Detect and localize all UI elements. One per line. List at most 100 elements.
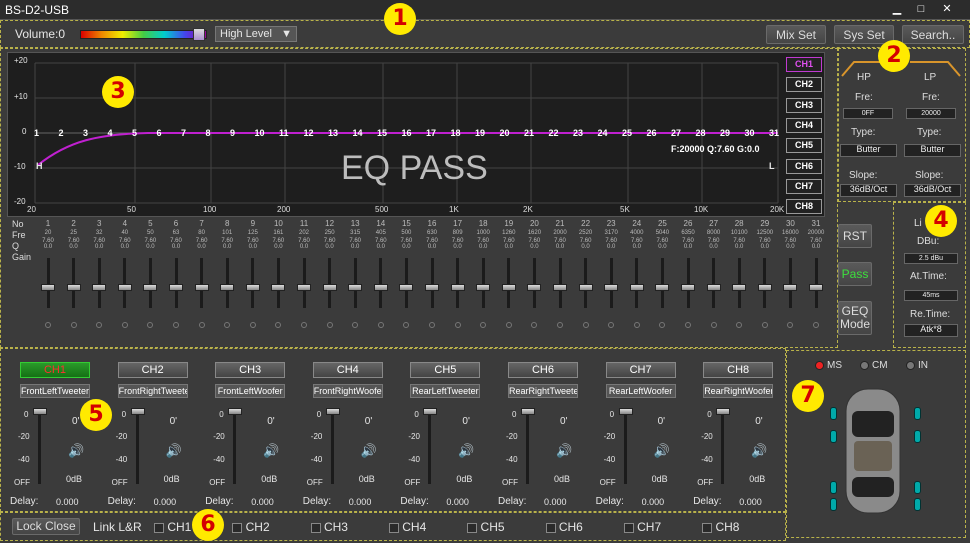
eq-band-indicator[interactable] xyxy=(121,322,128,328)
eq-band-indicator[interactable] xyxy=(403,322,410,328)
channel-title-button[interactable]: CH1 xyxy=(20,362,90,378)
eq-fader-knob[interactable] xyxy=(245,284,260,291)
band-freq[interactable]: 2520 xyxy=(576,228,596,238)
delay-value-field[interactable]: 0.000 xyxy=(446,497,469,507)
speaker-volume-icon[interactable]: 🔊 xyxy=(68,443,84,459)
eq-fader-knob[interactable] xyxy=(66,284,81,291)
eq-fader-knob[interactable] xyxy=(809,284,823,291)
lp-fre-field[interactable]: 20000 xyxy=(906,108,956,119)
band-gain[interactable]: 0.0 xyxy=(345,244,365,250)
band-freq[interactable]: 202 xyxy=(294,228,314,238)
band-gain[interactable]: 0.0 xyxy=(704,244,724,250)
delay-value-field[interactable]: 0.000 xyxy=(544,497,567,507)
band-freq[interactable]: 6350 xyxy=(678,228,698,238)
eq-band-indicator[interactable] xyxy=(96,322,103,328)
channel-fader-knob[interactable] xyxy=(325,408,340,415)
eq-fader-knob[interactable] xyxy=(757,284,772,291)
eq-fader-knob[interactable] xyxy=(527,284,542,291)
lp-slope-select[interactable]: 36dB/Oct xyxy=(904,184,961,197)
dbu-field[interactable]: 2.5 dBu xyxy=(904,253,958,264)
link-channel-checkbox[interactable]: CH7 xyxy=(623,520,661,534)
maximize-button[interactable]: □ xyxy=(910,1,932,17)
band-freq[interactable]: 630 xyxy=(422,228,442,238)
eq-fader-knob[interactable] xyxy=(783,284,798,291)
speaker-front-left-woofer-icon[interactable] xyxy=(830,430,837,443)
link-channel-checkbox[interactable]: CH2 xyxy=(232,520,270,534)
search-button[interactable]: Search.. xyxy=(902,25,964,44)
speaker-volume-icon[interactable]: 🔊 xyxy=(361,443,377,459)
link-channel-checkbox[interactable]: CH5 xyxy=(467,520,505,534)
band-freq[interactable]: 250 xyxy=(320,228,340,238)
channel-fader-knob[interactable] xyxy=(33,408,47,415)
speaker-volume-icon[interactable]: 🔊 xyxy=(751,443,767,459)
delay-value-field[interactable]: 0.000 xyxy=(251,497,274,507)
checkbox-box[interactable] xyxy=(467,522,478,533)
eq-band-indicator[interactable] xyxy=(198,322,205,328)
band-freq[interactable]: 20000 xyxy=(806,228,826,238)
rst-button[interactable]: RST xyxy=(838,224,872,248)
channel-title-button[interactable]: CH7 xyxy=(605,362,676,378)
volume-slider[interactable] xyxy=(80,28,207,41)
eq-band-indicator[interactable] xyxy=(70,322,77,328)
speaker-volume-icon[interactable]: 🔊 xyxy=(166,443,182,459)
eq-fader-knob[interactable] xyxy=(706,284,721,291)
eq-fader-knob[interactable] xyxy=(425,284,439,291)
eq-fader-knob[interactable] xyxy=(143,284,158,291)
eq-fader-knob[interactable] xyxy=(297,284,311,291)
channel-title-button[interactable]: CH6 xyxy=(508,362,578,378)
band-gain[interactable]: 0.0 xyxy=(806,244,826,250)
eq-channel-select[interactable]: CH4 xyxy=(786,117,822,133)
band-freq[interactable]: 1620 xyxy=(524,228,544,238)
delay-value-field[interactable]: 0.000 xyxy=(154,497,177,507)
band-gain[interactable]: 0.0 xyxy=(243,244,263,250)
eq-fader-knob[interactable] xyxy=(169,284,183,291)
eq-band-indicator[interactable] xyxy=(326,322,333,328)
eq-channel-select[interactable]: CH5 xyxy=(786,138,822,154)
band-freq[interactable]: 63 xyxy=(166,228,186,238)
band-gain[interactable]: 0.0 xyxy=(524,244,544,250)
channel-name-field[interactable]: RearLeftTweeter xyxy=(410,384,481,398)
eq-fader-knob[interactable] xyxy=(501,284,516,291)
channel-name-field[interactable]: RearRightTweeter xyxy=(508,384,578,398)
hp-fre-field[interactable]: 0FF xyxy=(843,108,893,119)
band-gain[interactable]: 0.0 xyxy=(115,244,135,250)
delay-value-field[interactable]: 0.000 xyxy=(349,497,372,507)
attack-time-field[interactable]: 45ms xyxy=(904,290,958,301)
eq-fader-knob[interactable] xyxy=(322,284,337,291)
eq-fader-knob[interactable] xyxy=(604,284,619,291)
channel-title-button[interactable]: CH3 xyxy=(215,362,286,378)
band-gain[interactable]: 0.0 xyxy=(601,244,621,250)
band-gain[interactable]: 0.0 xyxy=(89,244,109,250)
band-gain[interactable]: 0.0 xyxy=(652,244,672,250)
band-gain[interactable]: 0.0 xyxy=(550,244,570,250)
band-freq[interactable]: 16000 xyxy=(780,228,800,238)
lp-type-select[interactable]: Butter xyxy=(904,144,961,157)
eq-band-indicator[interactable] xyxy=(736,322,743,328)
eq-band-indicator[interactable] xyxy=(685,322,691,328)
band-freq[interactable]: 25 xyxy=(64,228,84,238)
band-freq[interactable]: 125 xyxy=(243,228,263,238)
eq-fader-knob[interactable] xyxy=(92,284,107,291)
band-gain[interactable]: 0.0 xyxy=(780,244,800,250)
band-freq[interactable]: 32 xyxy=(89,228,109,238)
eq-fader-knob[interactable] xyxy=(450,284,465,291)
channel-title-button[interactable]: CH5 xyxy=(410,362,481,378)
close-button[interactable]: ✕ xyxy=(936,1,958,17)
band-freq[interactable]: 2000 xyxy=(550,228,570,238)
channel-name-field[interactable]: RearRightWoofer xyxy=(703,384,774,398)
eq-band-indicator[interactable] xyxy=(352,322,359,328)
speaker-front-left-tweeter-icon[interactable] xyxy=(830,407,837,420)
eq-fader-knob[interactable] xyxy=(271,284,286,291)
band-gain[interactable]: 0.0 xyxy=(448,244,468,250)
band-freq[interactable]: 101 xyxy=(217,228,237,238)
eq-band-indicator[interactable] xyxy=(454,322,461,328)
hp-slope-select[interactable]: 36dB/Oct xyxy=(840,184,897,197)
ms-radio[interactable] xyxy=(815,361,824,370)
channel-title-button[interactable]: CH2 xyxy=(117,362,188,378)
speaker-rear-left-woofer-icon[interactable] xyxy=(830,498,837,511)
band-freq[interactable]: 4000 xyxy=(627,228,647,238)
eq-fader-knob[interactable] xyxy=(399,284,414,291)
band-gain[interactable]: 0.0 xyxy=(576,244,596,250)
phase-label[interactable]: 0' xyxy=(267,416,274,427)
band-freq[interactable]: 405 xyxy=(371,228,391,238)
